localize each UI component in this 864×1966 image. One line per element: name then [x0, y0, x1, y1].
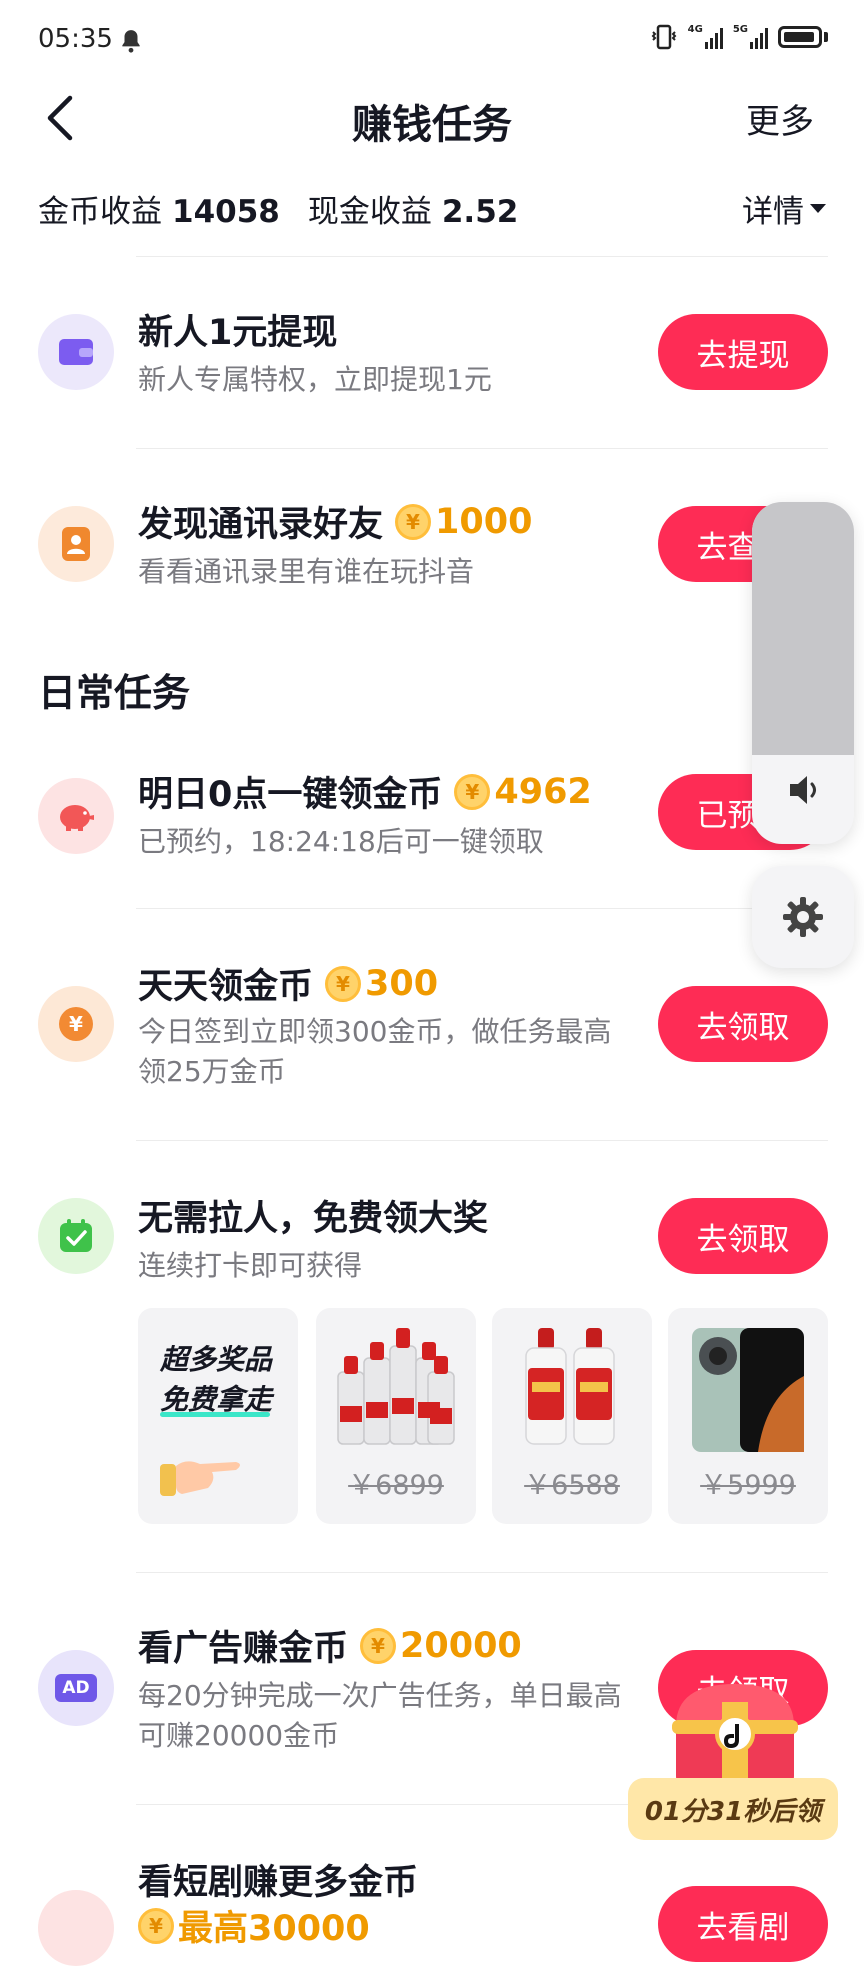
- ad-badge: AD: [55, 1674, 97, 1702]
- divider: [136, 448, 828, 449]
- coin-icon: ¥: [325, 965, 362, 1002]
- reward-amount: 最高30000: [178, 1909, 370, 1949]
- moutai-bottles-image: [525, 1328, 615, 1445]
- network-label-1: 4G: [687, 24, 703, 35]
- treasure-timer[interactable]: 01分31秒后领: [628, 1778, 838, 1840]
- gold-earnings-value: 14058: [172, 194, 280, 230]
- task-title-row: 发现通讯录好友 ¥ 1000: [138, 496, 532, 547]
- divider: [136, 256, 828, 257]
- coin-icon: ¥: [395, 503, 432, 540]
- reward-amount: 4962: [494, 771, 592, 812]
- promo-line1: 超多奖品: [160, 1343, 273, 1376]
- volume-slider[interactable]: [752, 502, 854, 844]
- withdraw-button[interactable]: 去提现: [658, 314, 828, 390]
- contacts-icon: [38, 506, 114, 582]
- task-desc: 每20分钟完成一次广告任务，单日最高可赚20000金币: [138, 1679, 622, 1752]
- prize-card-liquor[interactable]: ￥6899: [316, 1308, 476, 1524]
- svg-text:¥: ¥: [69, 1012, 83, 1036]
- task-reward-row: ¥ 最高30000: [138, 1900, 370, 1951]
- task-desc: 连续打卡即可获得: [138, 1249, 363, 1282]
- cash-earnings-value: 2.52: [441, 194, 519, 230]
- signal-5g-icon: 5G: [733, 25, 768, 49]
- price-original: ￥6588: [524, 1470, 620, 1501]
- task-title: 新人1元提现: [138, 313, 338, 353]
- reward-amount: 20000: [400, 1625, 522, 1666]
- task-desc: 今日签到立即领300金币，做任务最高领25万金币: [138, 1015, 612, 1088]
- vibrate-icon: [651, 24, 677, 50]
- watch-drama-button[interactable]: 去看剧: [658, 1886, 828, 1962]
- task-title: 看广告赚金币: [138, 1629, 349, 1669]
- coin-icon: ¥: [138, 1907, 174, 1944]
- more-button[interactable]: 更多: [746, 94, 814, 143]
- calendar-check-icon: [38, 1198, 114, 1274]
- battery-tip: [824, 32, 828, 42]
- divider: [136, 1572, 828, 1573]
- price-original: ￥6899: [348, 1470, 444, 1501]
- phone-image: [692, 1328, 804, 1452]
- sound-settings-button[interactable]: [752, 866, 854, 968]
- prize-card-phone[interactable]: ￥5999: [668, 1308, 828, 1524]
- task-title: 明日0点一键领金币: [138, 775, 443, 815]
- task-desc: 看看通讯录里有谁在玩抖音: [138, 555, 475, 588]
- section-title: 日常任务: [38, 671, 191, 715]
- detail-label: 详情: [742, 194, 804, 230]
- network-label-2: 5G: [732, 24, 748, 35]
- divider: [136, 1140, 828, 1141]
- earnings-summary: 金币收益 14058 现金收益 2.52: [38, 186, 546, 231]
- prize-card-moutai[interactable]: ￥6588: [492, 1308, 652, 1524]
- claim-prize-button[interactable]: 去领取: [658, 1198, 828, 1274]
- gold-earnings-label: 金币收益: [38, 194, 162, 230]
- price-original: ￥5999: [700, 1470, 796, 1501]
- liquor-bottles-image: [337, 1328, 455, 1445]
- reward-amount: 300: [365, 963, 439, 1004]
- signal-4g-icon: 4G: [688, 25, 723, 49]
- task-title-row: 明日0点一键领金币 ¥ 4962: [138, 766, 592, 817]
- task-title: 天天领金币: [138, 967, 314, 1007]
- status-indicators: 4G 5G: [650, 24, 828, 50]
- task-desc: 已预约，18:24:18后可一键领取: [138, 825, 544, 858]
- caret-down-icon: [810, 204, 826, 213]
- task-title-row: 天天领金币 ¥ 300: [138, 958, 438, 1009]
- task-desc: 新人专属特权，立即提现1元: [138, 363, 492, 396]
- piggy-bank-icon: [38, 778, 114, 854]
- pointing-hand-icon: [160, 1461, 240, 1496]
- ad-icon: AD: [38, 1650, 114, 1726]
- gear-icon: [783, 897, 823, 937]
- reward-amount: 1000: [435, 501, 533, 542]
- cash-earnings-label: 现金收益: [307, 194, 432, 230]
- drama-icon: [38, 1890, 114, 1966]
- task-title: 无需拉人，免费领大奖: [138, 1199, 489, 1239]
- coin-icon: ¥: [360, 1627, 397, 1664]
- volume-track-empty: [752, 502, 854, 755]
- task-title: 看短剧赚更多金币: [138, 1863, 419, 1903]
- yuan-coin-icon: ¥: [38, 986, 114, 1062]
- promo-card[interactable]: 超多奖品 免费拿走: [138, 1308, 298, 1524]
- task-title: 发现通讯录好友: [138, 505, 384, 545]
- detail-dropdown[interactable]: 详情: [742, 186, 826, 231]
- status-time: 05:35: [38, 24, 113, 54]
- coin-icon: ¥: [454, 773, 491, 810]
- wallet-icon: [38, 314, 114, 390]
- battery-icon: [778, 26, 822, 48]
- task-title-row: 看广告赚金币 ¥ 20000: [138, 1620, 522, 1671]
- bell-icon: [122, 30, 140, 53]
- promo-underline: [160, 1412, 270, 1417]
- speaker-icon: [790, 776, 816, 804]
- divider: [136, 908, 828, 909]
- claim-button[interactable]: 去领取: [658, 986, 828, 1062]
- page-title: 赚钱任务: [352, 102, 512, 148]
